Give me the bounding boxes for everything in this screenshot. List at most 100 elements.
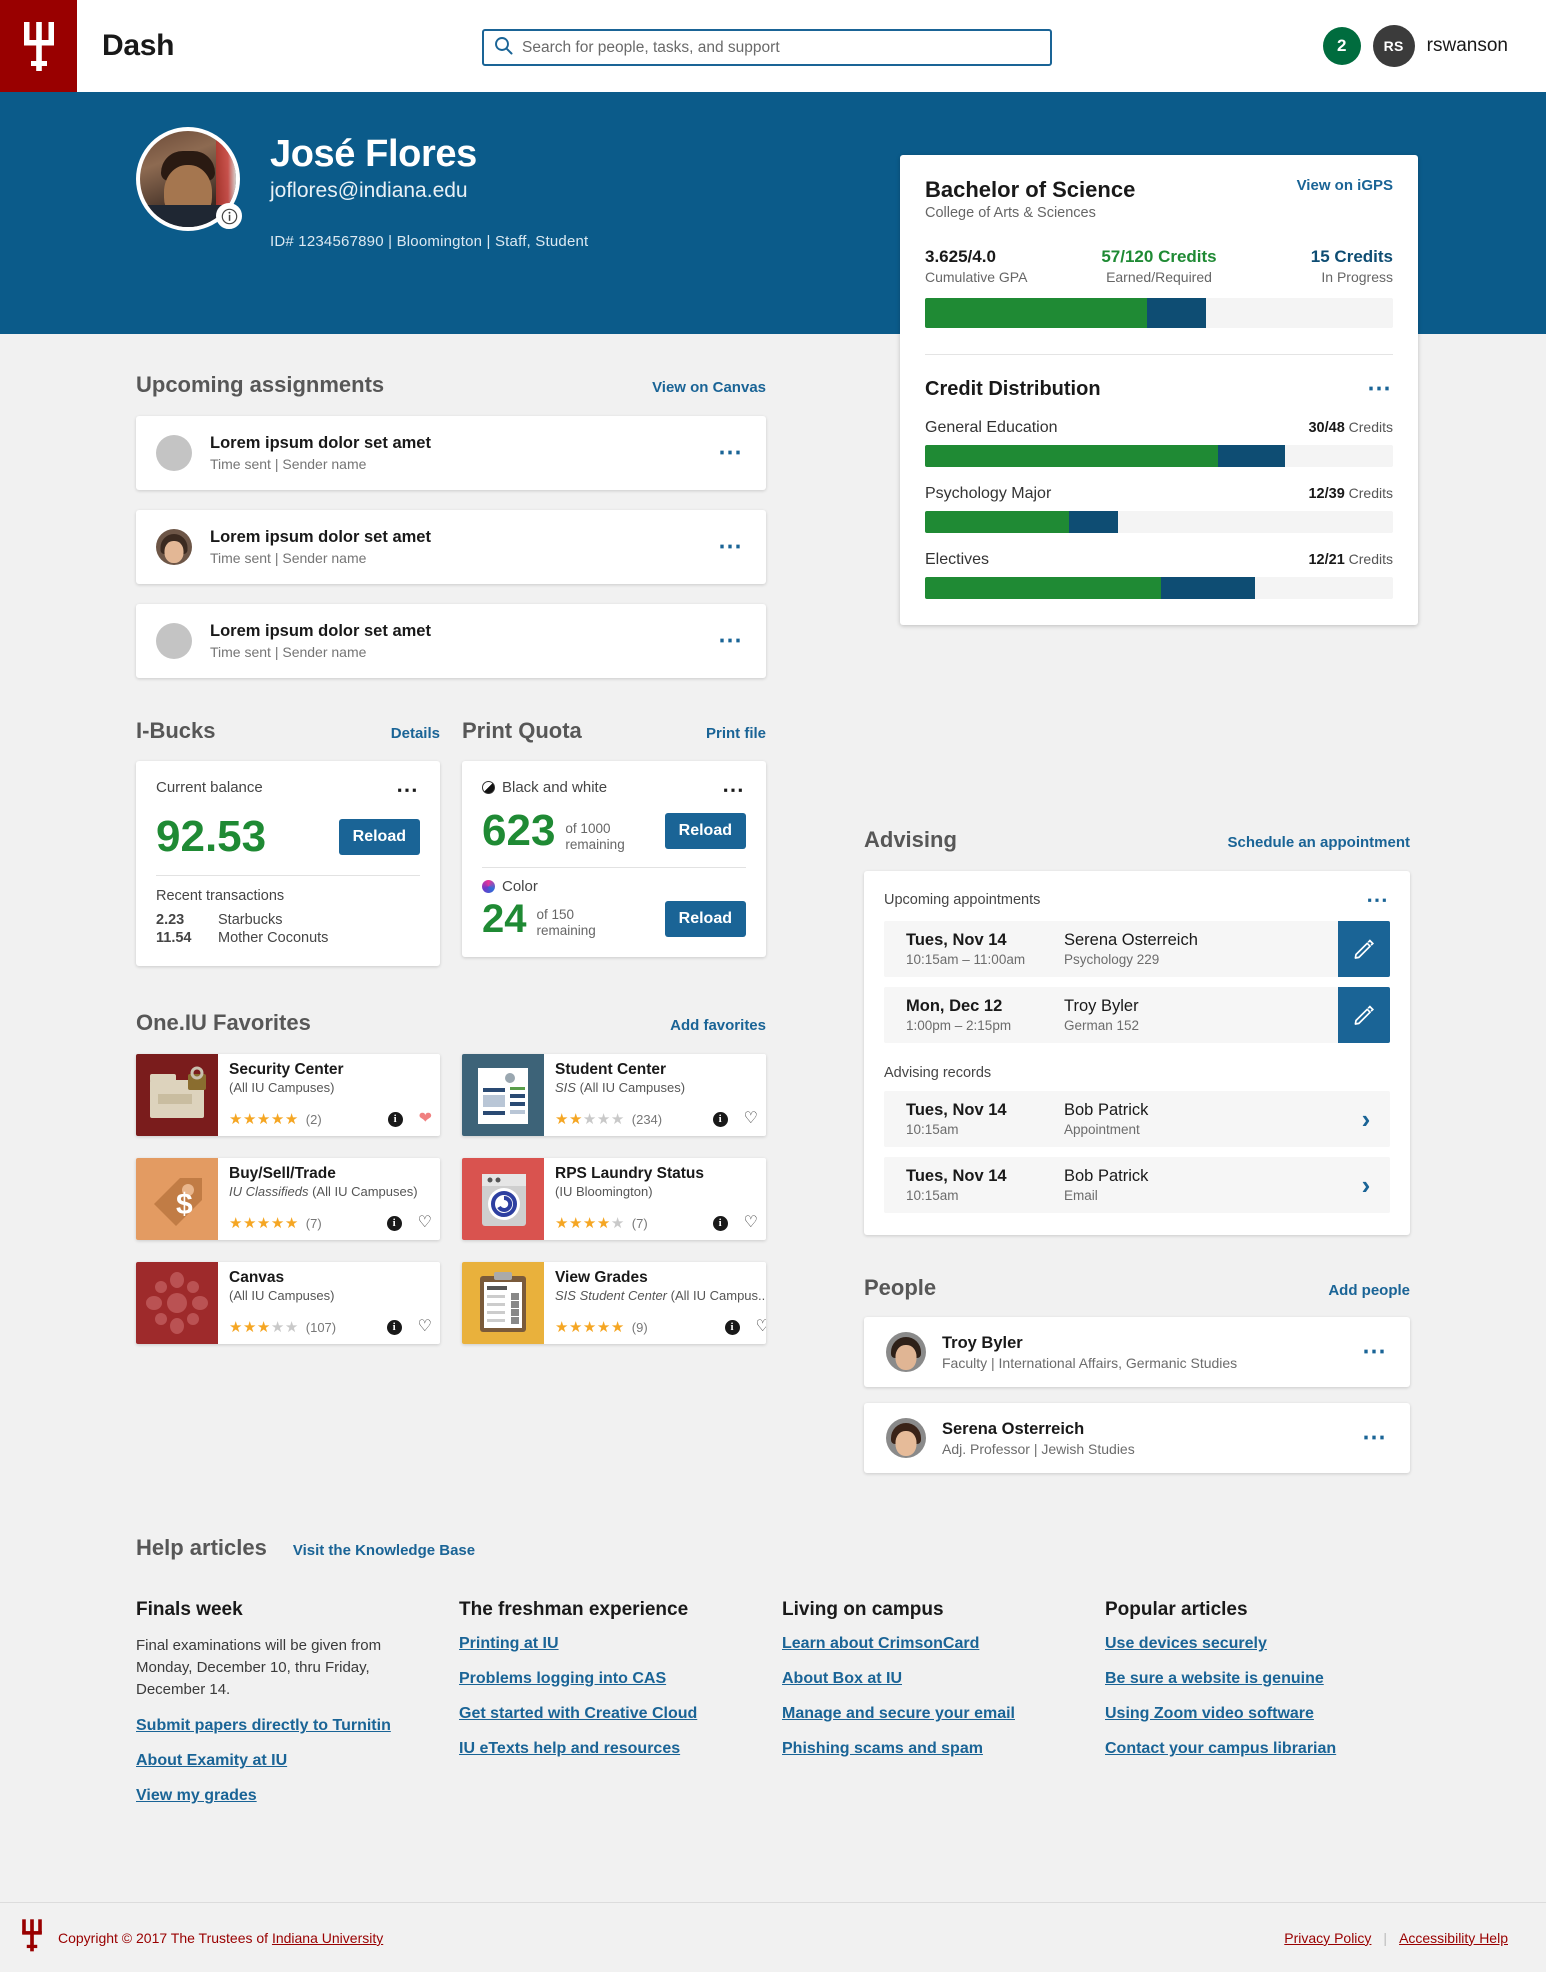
print-file-link[interactable]: Print file <box>706 725 766 742</box>
favorite-icon <box>462 1262 544 1344</box>
profile-photo[interactable] <box>136 127 242 231</box>
print-quota-section: Print Quota Print file Black and white ⋯ <box>462 718 766 966</box>
advising-menu-icon[interactable]: ⋯ <box>1366 889 1390 911</box>
assignment-menu-icon[interactable]: ⋯ <box>718 441 744 465</box>
help-article-link[interactable]: Get started with Creative Cloud <box>459 1705 746 1723</box>
cd-item-name: General Education <box>925 419 1058 436</box>
favorite-rating-stars[interactable]: ★★★★★ <box>229 1110 299 1128</box>
favorite-rating-stars[interactable]: ★★★★★ <box>229 1214 299 1232</box>
help-article-link[interactable]: Use devices securely <box>1105 1635 1392 1653</box>
info-icon[interactable]: i <box>386 1319 402 1335</box>
info-icon[interactable]: i <box>724 1319 740 1335</box>
ibucks-details-link[interactable]: Details <box>391 725 440 742</box>
credits-progress-label: In Progress <box>1321 269 1393 285</box>
favorite-rating-stars[interactable]: ★★★★★ <box>555 1214 625 1232</box>
chevron-right-icon[interactable]: › <box>1342 1157 1390 1213</box>
canvas-ring-icon <box>136 1262 218 1344</box>
info-icon[interactable]: i <box>386 1215 402 1231</box>
favorite-card[interactable]: Canvas (All IU Campuses) ★★★★★ (107) i ♡ <box>136 1262 440 1344</box>
notification-badge[interactable]: 2 <box>1322 27 1361 65</box>
iu-trident-icon[interactable] <box>0 0 77 92</box>
favorite-heart-icon[interactable]: ♡ <box>418 1319 432 1335</box>
search-input[interactable] <box>522 38 1040 57</box>
appointment-row[interactable]: Mon, Dec 12 1:00pm – 2:15pm Troy Byler G… <box>884 987 1390 1043</box>
info-icon[interactable]: i <box>712 1215 728 1231</box>
avatar[interactable]: RS <box>1372 25 1415 67</box>
add-favorites-link[interactable]: Add favorites <box>670 1017 766 1034</box>
help-article-link[interactable]: Contact your campus librarian <box>1105 1740 1392 1758</box>
help-article-link[interactable]: Using Zoom video software <box>1105 1705 1392 1723</box>
schedule-appointment-link[interactable]: Schedule an appointment <box>1227 834 1410 851</box>
help-article-link[interactable]: Printing at IU <box>459 1635 746 1653</box>
cd-bar-earned <box>925 445 1218 467</box>
favorite-heart-icon[interactable]: ❤ <box>419 1111 432 1127</box>
credit-distribution-menu-icon[interactable]: ⋯ <box>1367 377 1393 401</box>
info-icon[interactable] <box>216 203 242 229</box>
favorite-card[interactable]: View Grades SIS Student Center (All IU C… <box>462 1262 766 1344</box>
favorite-card[interactable]: RPS Laundry Status (IU Bloomington) ★★★★… <box>462 1158 766 1240</box>
favorite-heart-icon[interactable]: ♡ <box>744 1215 758 1231</box>
edit-appointment-button[interactable] <box>1338 921 1390 977</box>
print-quota-menu-icon[interactable]: ⋯ <box>722 779 746 801</box>
info-icon[interactable]: i <box>712 1111 728 1127</box>
info-icon[interactable]: i <box>387 1111 403 1127</box>
help-article-link[interactable]: Learn about CrimsonCard <box>782 1635 1069 1653</box>
assignment-subtitle: Time sent | Sender name <box>210 456 367 472</box>
favorite-icon <box>462 1158 544 1240</box>
privacy-policy-link[interactable]: Privacy Policy <box>1284 1930 1371 1946</box>
favorites-title: One.IU Favorites <box>136 1010 311 1035</box>
favorite-heart-icon[interactable]: ♡ <box>756 1319 766 1335</box>
knowledge-base-link[interactable]: Visit the Knowledge Base <box>293 1542 475 1559</box>
help-article-link[interactable]: View my grades <box>136 1787 423 1805</box>
ibucks-reload-button[interactable]: Reload <box>338 819 420 855</box>
assignment-row[interactable]: Lorem ipsum dolor set amet Time sent | S… <box>136 604 766 678</box>
document-person-icon <box>462 1054 544 1136</box>
favorite-card[interactable]: Student Center SIS (All IU Campuses) ★★★… <box>462 1054 766 1136</box>
advising-record-row[interactable]: Tues, Nov 14 10:15am Bob Patrick Appoint… <box>884 1091 1390 1147</box>
assignment-menu-icon[interactable]: ⋯ <box>718 535 744 559</box>
appointment-row[interactable]: Tues, Nov 14 10:15am – 11:00am Serena Os… <box>884 921 1390 977</box>
view-on-igps-link[interactable]: View on iGPS <box>1297 177 1393 194</box>
help-article-link[interactable]: IU eTexts help and resources <box>459 1740 746 1758</box>
ibucks-menu-icon[interactable]: ⋯ <box>396 779 420 801</box>
favorite-card[interactable]: Security Center (All IU Campuses) ★★★★★ … <box>136 1054 440 1136</box>
help-article-link[interactable]: Problems logging into CAS <box>459 1670 746 1688</box>
person-menu-icon[interactable]: ⋯ <box>1362 1340 1388 1364</box>
favorite-rating-stars[interactable]: ★★★★★ <box>555 1318 625 1336</box>
edit-appointment-button[interactable] <box>1338 987 1390 1043</box>
favorite-rating-stars[interactable]: ★★★★★ <box>229 1318 299 1336</box>
username-label[interactable]: rswanson <box>1427 35 1508 57</box>
person-menu-icon[interactable]: ⋯ <box>1362 1426 1388 1450</box>
help-column-heading: Living on campus <box>782 1599 944 1620</box>
help-article-link[interactable]: About Box at IU <box>782 1670 1069 1688</box>
assignment-row[interactable]: Lorem ipsum dolor set amet Time sent | S… <box>136 510 766 584</box>
footer-iu-link[interactable]: Indiana University <box>272 1930 383 1946</box>
accessibility-help-link[interactable]: Accessibility Help <box>1399 1930 1508 1946</box>
favorite-heart-icon[interactable]: ♡ <box>744 1111 758 1127</box>
search-box[interactable] <box>482 29 1052 66</box>
person-card[interactable]: Serena Osterreich Adj. Professor | Jewis… <box>864 1403 1410 1473</box>
chevron-right-icon[interactable]: › <box>1342 1091 1390 1147</box>
person-name: Serena Osterreich <box>942 1419 1085 1438</box>
advising-record-row[interactable]: Tues, Nov 14 10:15am Bob Patrick Email › <box>884 1157 1390 1213</box>
help-article-link[interactable]: Submit papers directly to Turnitin <box>136 1717 423 1735</box>
gpa-value: 3.625/4.0 <box>925 247 996 266</box>
view-on-canvas-link[interactable]: View on Canvas <box>652 379 766 396</box>
favorite-rating-stars[interactable]: ★★★★★ <box>555 1110 625 1128</box>
help-article-link[interactable]: About Examity at IU <box>136 1752 423 1770</box>
transaction-amount: 2.23 <box>156 912 185 928</box>
print-bw-reload-button[interactable]: Reload <box>664 813 746 849</box>
print-color-reload-button[interactable]: Reload <box>664 901 746 937</box>
help-article-link[interactable]: Manage and secure your email <box>782 1705 1069 1723</box>
global-search[interactable] <box>482 29 1052 66</box>
add-people-link[interactable]: Add people <box>1328 1282 1410 1299</box>
assignment-row[interactable]: Lorem ipsum dolor set amet Time sent | S… <box>136 416 766 490</box>
footer-iu-trident-icon[interactable] <box>22 1918 42 1957</box>
assignment-menu-icon[interactable]: ⋯ <box>718 629 744 653</box>
appointment-person: Troy Byler <box>1064 997 1139 1015</box>
favorite-heart-icon[interactable]: ♡ <box>418 1215 432 1231</box>
help-article-link[interactable]: Be sure a website is genuine <box>1105 1670 1392 1688</box>
help-article-link[interactable]: Phishing scams and spam <box>782 1740 1069 1758</box>
person-card[interactable]: Troy Byler Faculty | International Affai… <box>864 1317 1410 1387</box>
favorite-card[interactable]: $ Buy/Sell/Trade IU Classifieds (All IU … <box>136 1158 440 1240</box>
